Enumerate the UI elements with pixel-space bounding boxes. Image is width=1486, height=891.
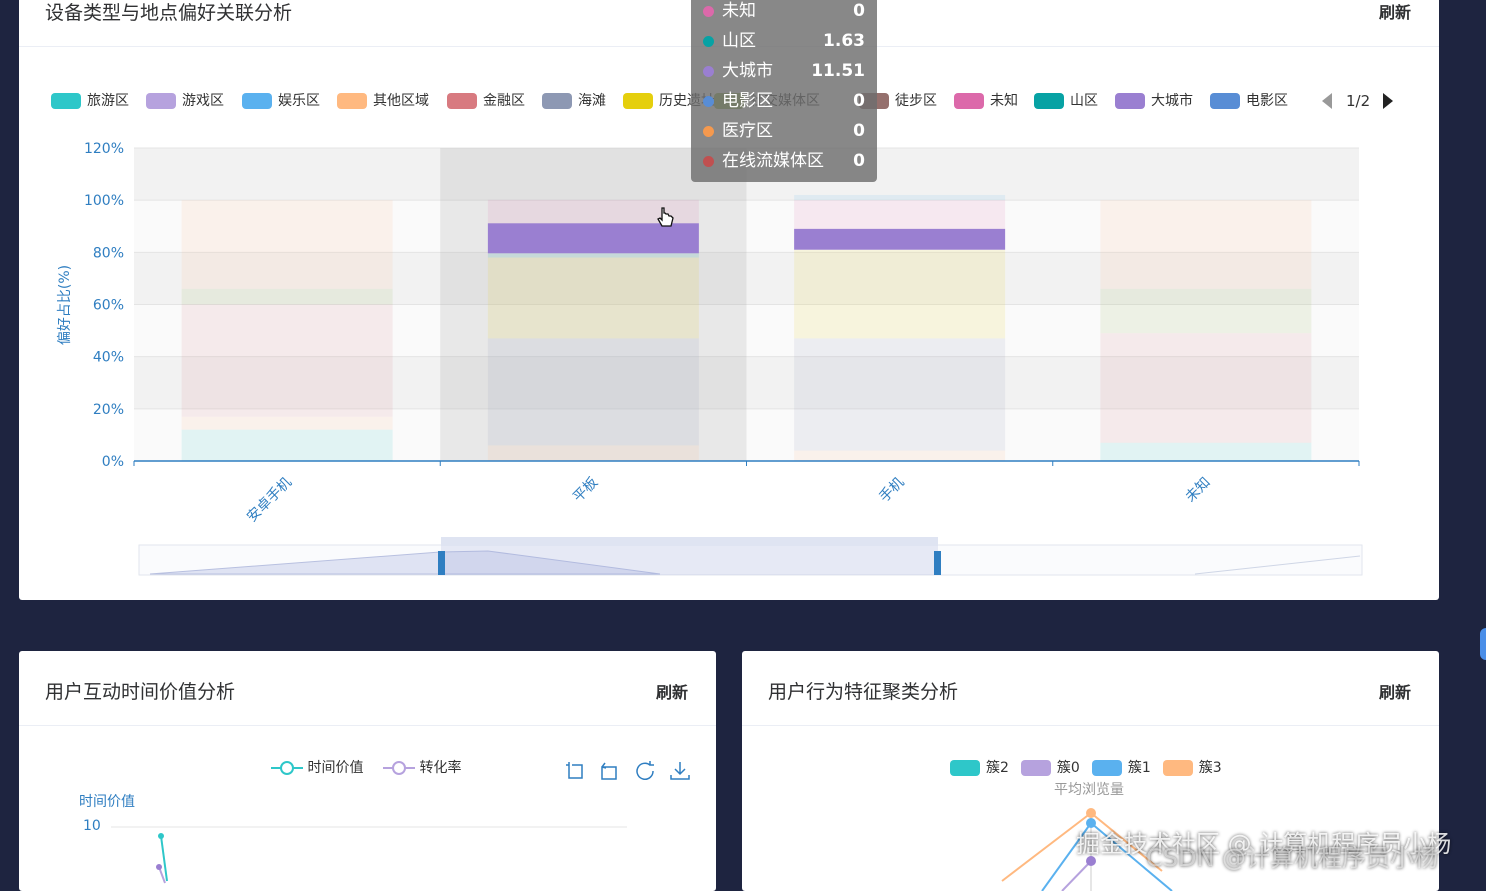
bar-segment[interactable] [181, 288, 393, 305]
y-tick-label: 100% [84, 193, 124, 209]
time-value-card: 用户互动时间价值分析 刷新 时间价值 转化率 时间价值 10 [19, 651, 716, 891]
tooltip-value: 0 [853, 1, 865, 21]
x-tick-label: 安卓手机 [244, 475, 295, 526]
tooltip-marker [703, 95, 714, 107]
tooltip-value: 0 [853, 121, 865, 141]
bar-segment[interactable] [181, 416, 393, 430]
radar-indicator-label: 平均浏览量 [1054, 782, 1124, 798]
tooltip-row: 未知 0 [703, 0, 865, 26]
legend-label: 簇2 [986, 760, 1009, 776]
datazoom-handle-left[interactable] [438, 551, 445, 575]
tooltip-value: 11.51 [811, 61, 865, 81]
line-point[interactable] [158, 833, 164, 839]
zoom-reset-icon[interactable] [598, 759, 622, 783]
y-axis-label: 偏好占比(%) [57, 264, 73, 346]
restore-icon[interactable] [633, 759, 657, 783]
bar-segment[interactable] [794, 338, 1006, 451]
bar-segment[interactable] [794, 249, 1006, 339]
line-point[interactable] [156, 864, 162, 870]
bar-segment[interactable] [181, 429, 393, 461]
legend-swatch [950, 760, 980, 776]
tooltip-row: 在线流媒体区 0 [703, 146, 865, 176]
legend-item[interactable]: 簇1 [1091, 760, 1151, 776]
line-chart-plot [111, 826, 627, 884]
bar-segment[interactable] [181, 304, 393, 417]
legend-item[interactable]: 簇0 [1020, 760, 1080, 776]
card-header: 用户行为特征聚类分析 刷新 [742, 651, 1439, 726]
bar-segment[interactable] [487, 253, 699, 258]
y-tick-label: 40% [93, 350, 124, 366]
tooltip-marker [703, 155, 714, 167]
tooltip-row: 大城市 11.51 [703, 56, 865, 86]
x-tick-label: 未知 [1182, 474, 1214, 506]
legend-swatch [1020, 760, 1051, 776]
zoom-icon[interactable] [563, 759, 587, 783]
legend-label: 簇1 [1127, 760, 1151, 776]
tooltip-marker [703, 5, 714, 17]
tooltip-label: 医疗区 [722, 121, 773, 141]
tooltip-marker [703, 35, 714, 47]
tooltip-marker [703, 125, 714, 137]
bar-segment[interactable] [1100, 333, 1312, 443]
pointer-cursor-icon [657, 207, 674, 227]
bar-segment[interactable] [487, 445, 699, 461]
watermark-csdn: CSDN @计算机程序员小杨 [1146, 844, 1439, 872]
legend-label: 簇0 [1056, 760, 1080, 776]
refresh-button[interactable]: 刷新 [1379, 679, 1411, 703]
tooltip-label: 山区 [722, 31, 756, 51]
tooltip-label: 电影区 [722, 91, 773, 111]
bar-segment[interactable] [1100, 442, 1312, 461]
tooltip-row: 电影区 0 [703, 86, 865, 116]
tooltip-row: 医疗区 0 [703, 116, 865, 146]
tooltip-row: 山区 1.63 [703, 26, 865, 56]
card-header: 用户互动时间价值分析 刷新 [19, 651, 716, 726]
legend-label: 转化率 [419, 760, 462, 776]
datazoom-handle-right[interactable] [934, 551, 941, 575]
legend-label: 簇3 [1198, 760, 1222, 776]
tooltip-value: 0 [853, 151, 865, 171]
bar-segment[interactable] [794, 450, 1006, 461]
legend-swatch [1091, 760, 1122, 776]
legend-swatch [1162, 760, 1193, 776]
bar-segment[interactable] [1100, 200, 1312, 289]
x-tick-label: 平板 [570, 475, 601, 506]
tooltip-label: 大城市 [722, 61, 773, 81]
side-scroll-handle[interactable] [1480, 628, 1486, 660]
download-icon[interactable] [668, 759, 692, 783]
bar-segment[interactable] [794, 228, 1006, 250]
line-legend-conversion[interactable]: 转化率 [383, 757, 461, 777]
y-tick-label: 120% [84, 141, 124, 157]
legend-label: 时间价值 [307, 760, 364, 776]
radar-point[interactable] [1086, 808, 1096, 818]
tooltip-label: 未知 [722, 1, 756, 21]
radar-legend: 簇2 簇0 簇1 簇3 [950, 757, 1234, 777]
card-title: 用户互动时间价值分析 [45, 681, 236, 703]
legend-item[interactable]: 簇2 [950, 760, 1009, 776]
bar-segment[interactable] [794, 194, 1006, 201]
y-tick-label: 60% [93, 298, 124, 314]
bar-segment[interactable] [794, 200, 1006, 229]
tooltip-value: 1.63 [823, 31, 865, 51]
y-tick-label: 20% [93, 402, 124, 418]
bar-segment[interactable] [1100, 288, 1312, 334]
tooltip-value: 0 [853, 91, 865, 111]
chart-tooltip: 未知 0 山区 1.63 大城市 11.51 电影区 0 医疗区 0 在线流媒体区 0 [691, 0, 877, 182]
card-title: 用户行为特征聚类分析 [768, 681, 959, 703]
datazoom-mover[interactable] [441, 537, 938, 546]
y-tick-label: 80% [93, 245, 124, 261]
tooltip-label: 在线流媒体区 [722, 151, 824, 171]
line-legend-time-value[interactable]: 时间价值 [271, 757, 363, 777]
x-tick-label: 手机 [876, 475, 907, 506]
legend-item[interactable]: 簇3 [1162, 760, 1222, 776]
tooltip-marker [703, 65, 714, 77]
y-axis-name: 时间价值 [79, 794, 135, 810]
toolbox [563, 759, 692, 787]
y-tick-label: 0% [102, 454, 124, 470]
refresh-button[interactable]: 刷新 [656, 679, 688, 703]
bar-segment[interactable] [181, 200, 393, 289]
bar-segment[interactable] [487, 338, 699, 446]
bar-segment[interactable] [487, 257, 699, 339]
